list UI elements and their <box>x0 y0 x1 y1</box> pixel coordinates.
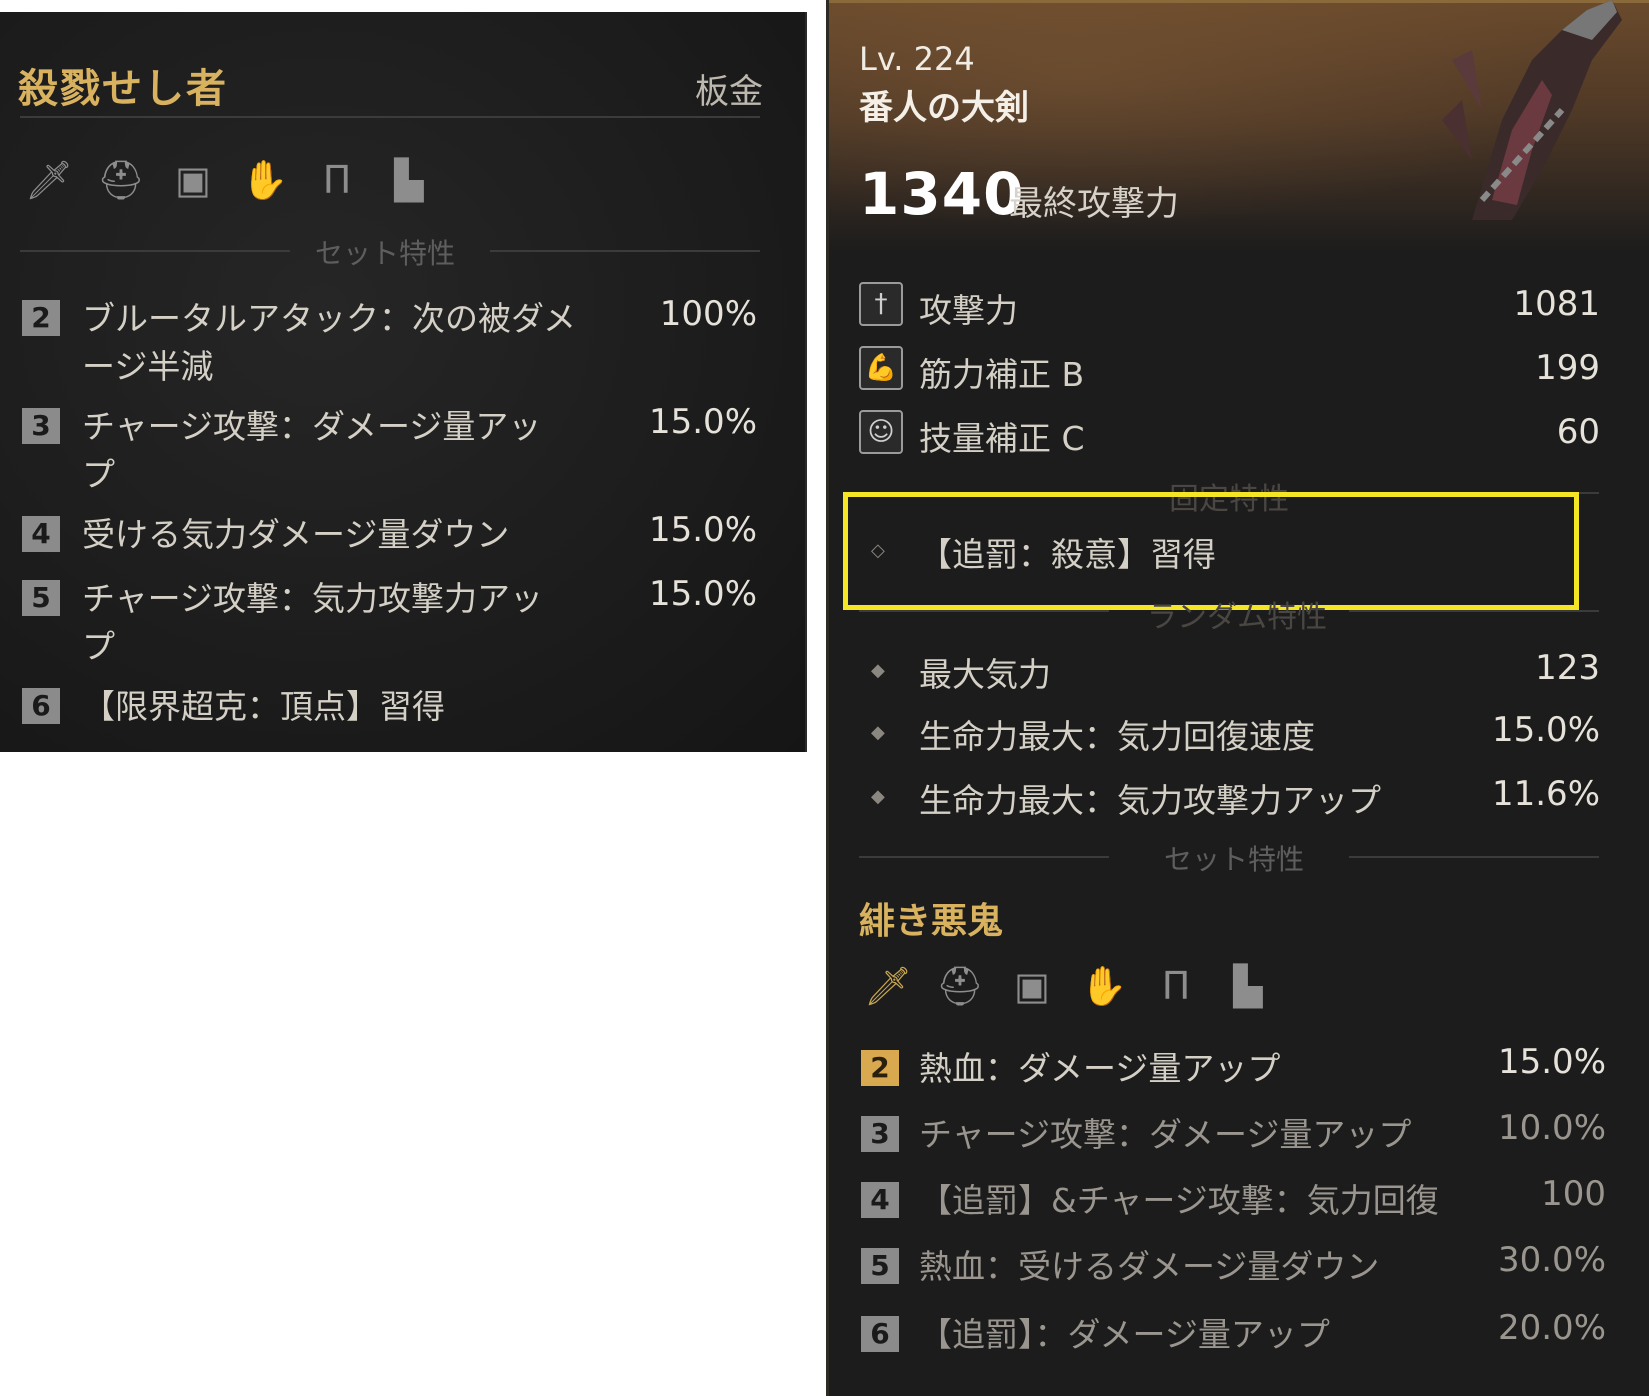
bonus-text-cont: プ <box>82 627 115 666</box>
leg-armor-icon: Π <box>322 158 352 202</box>
set-bonus-label: チャージ攻撃：ダメージ量アップ <box>919 1115 1412 1154</box>
sword-icon: 🗡 <box>863 963 913 1008</box>
set-bonus-label: 熱血：ダメージ量アップ <box>919 1049 1281 1088</box>
diamond-bullet-icon: ◆ <box>871 786 885 807</box>
gauntlet-icon: ✋ <box>1080 963 1128 1008</box>
material-label: 板金 <box>695 72 763 112</box>
set-bonus-value: 30.0% <box>1497 1240 1606 1280</box>
set-bonus-count-badge: 3 <box>861 1116 899 1152</box>
bonus-text-cont: ージ半減 <box>82 347 214 386</box>
random-trait-value: 11.6% <box>1491 774 1600 814</box>
set-bonus-count-badge: 4 <box>861 1182 899 1218</box>
bonus-count-badge: 2 <box>22 300 60 336</box>
bonus-text: チャージ攻撃：ダメージ量アッ <box>82 407 542 446</box>
section-line-right <box>1349 610 1599 612</box>
stat-value: 199 <box>1535 348 1600 388</box>
stat-label: 筋力補正 B <box>919 355 1085 394</box>
chest-armor-icon: ▣ <box>175 158 211 202</box>
set-name: 緋き悪鬼 <box>859 901 1004 942</box>
bonus-count-badge: 4 <box>22 516 60 552</box>
skill-icon: ☺ <box>859 410 903 454</box>
random-trait-label: 生命力最大：気力攻撃力アップ <box>919 781 1381 820</box>
weapon-level: Lv. 224 <box>859 40 975 78</box>
set-piece-icons: 🗡 ⛑ ▣ ✋ Π ▙ <box>863 958 1271 1014</box>
random-trait-value: 123 <box>1535 648 1600 688</box>
set-piece-icons: 🗡 ⛑ ▣ ✋ Π ▙ <box>24 152 432 208</box>
bonus-text: 【限界超克：頂点】習得 <box>82 687 445 726</box>
stat-label: 攻撃力 <box>919 291 1018 330</box>
stat-value: 1081 <box>1513 284 1600 324</box>
helmet-icon: ⛑ <box>935 963 985 1008</box>
final-attack-value: 1340 <box>859 160 1025 228</box>
section-line-right <box>1349 856 1599 858</box>
bonus-value: 100% <box>659 294 757 334</box>
set-bonus-label: 熱血：受けるダメージ量ダウン <box>919 1247 1380 1286</box>
set-bonus-count-badge: 6 <box>861 1316 899 1352</box>
random-trait-value: 15.0% <box>1491 710 1600 750</box>
bonus-value: 15.0% <box>648 574 757 614</box>
set-bonus-label: 【追罰】：ダメージ量アップ <box>919 1315 1330 1354</box>
section-line-left <box>20 250 290 252</box>
set-bonus-count-badge: 2 <box>861 1050 899 1086</box>
boots-icon: ▙ <box>394 158 424 202</box>
set-traits-label: セット特性 <box>314 237 455 270</box>
bonus-count-badge: 6 <box>22 688 60 724</box>
set-bonus-panel-left: 殺戮せし者 板金 🗡 ⛑ ▣ ✋ Π ▙ セット特性 2 ブルータルアタック：次… <box>0 12 807 752</box>
stat-label: 技量補正 C <box>919 419 1085 458</box>
gauntlet-icon: ✋ <box>241 157 289 202</box>
final-attack-label: 最終攻撃力 <box>1009 184 1179 224</box>
diamond-bullet-icon: ◆ <box>871 722 885 743</box>
set-title: 殺戮せし者 <box>18 66 228 112</box>
weapon-name: 番人の大剣 <box>859 88 1029 128</box>
helmet-icon: ⛑ <box>96 157 146 202</box>
set-bonus-count-badge: 5 <box>861 1248 899 1284</box>
chest-armor-icon: ▣ <box>1014 964 1050 1008</box>
section-line-left <box>859 610 1109 612</box>
section-line-right <box>490 250 760 252</box>
random-trait-label: 最大気力 <box>919 655 1051 694</box>
divider <box>20 116 760 118</box>
strength-icon: 💪 <box>859 346 903 390</box>
set-bonus-label: 【追罰】&チャージ攻撃：気力回復 <box>919 1181 1439 1220</box>
weapon-image <box>1442 0 1622 220</box>
boots-icon: ▙ <box>1233 964 1263 1008</box>
sword-icon: 🗡 <box>24 157 74 202</box>
set-bonus-value: 15.0% <box>1497 1042 1606 1082</box>
set-bonus-value: 10.0% <box>1497 1108 1606 1148</box>
bonus-text: 受ける気力ダメージ量ダウン <box>82 515 510 554</box>
bonus-count-badge: 3 <box>22 408 60 444</box>
leg-armor-icon: Π <box>1161 964 1191 1008</box>
set-bonus-value: 100 <box>1541 1174 1606 1214</box>
random-traits-label: ランダム特性 <box>1147 600 1327 635</box>
bonus-value: 15.0% <box>648 510 757 550</box>
set-traits-label: セット特性 <box>1163 843 1304 876</box>
bonus-value: 15.0% <box>648 402 757 442</box>
sword-stat-icon: † <box>859 282 903 326</box>
section-line-left <box>859 856 1109 858</box>
set-bonus-value: 20.0% <box>1497 1308 1606 1348</box>
bonus-text: ブルータルアタック：次の被ダメ <box>82 299 577 338</box>
bonus-count-badge: 5 <box>22 580 60 616</box>
diamond-bullet-icon: ◆ <box>871 660 885 681</box>
weapon-detail-panel: Lv. 224 番人の大剣 1340 最終攻撃力 † 攻撃力 1081 💪 筋力… <box>826 0 1649 1396</box>
bonus-text: チャージ攻撃：気力攻撃力アッ <box>82 579 544 618</box>
bonus-text-cont: プ <box>82 455 115 494</box>
random-trait-label: 生命力最大：気力回復速度 <box>919 717 1315 756</box>
stat-value: 60 <box>1556 412 1600 452</box>
